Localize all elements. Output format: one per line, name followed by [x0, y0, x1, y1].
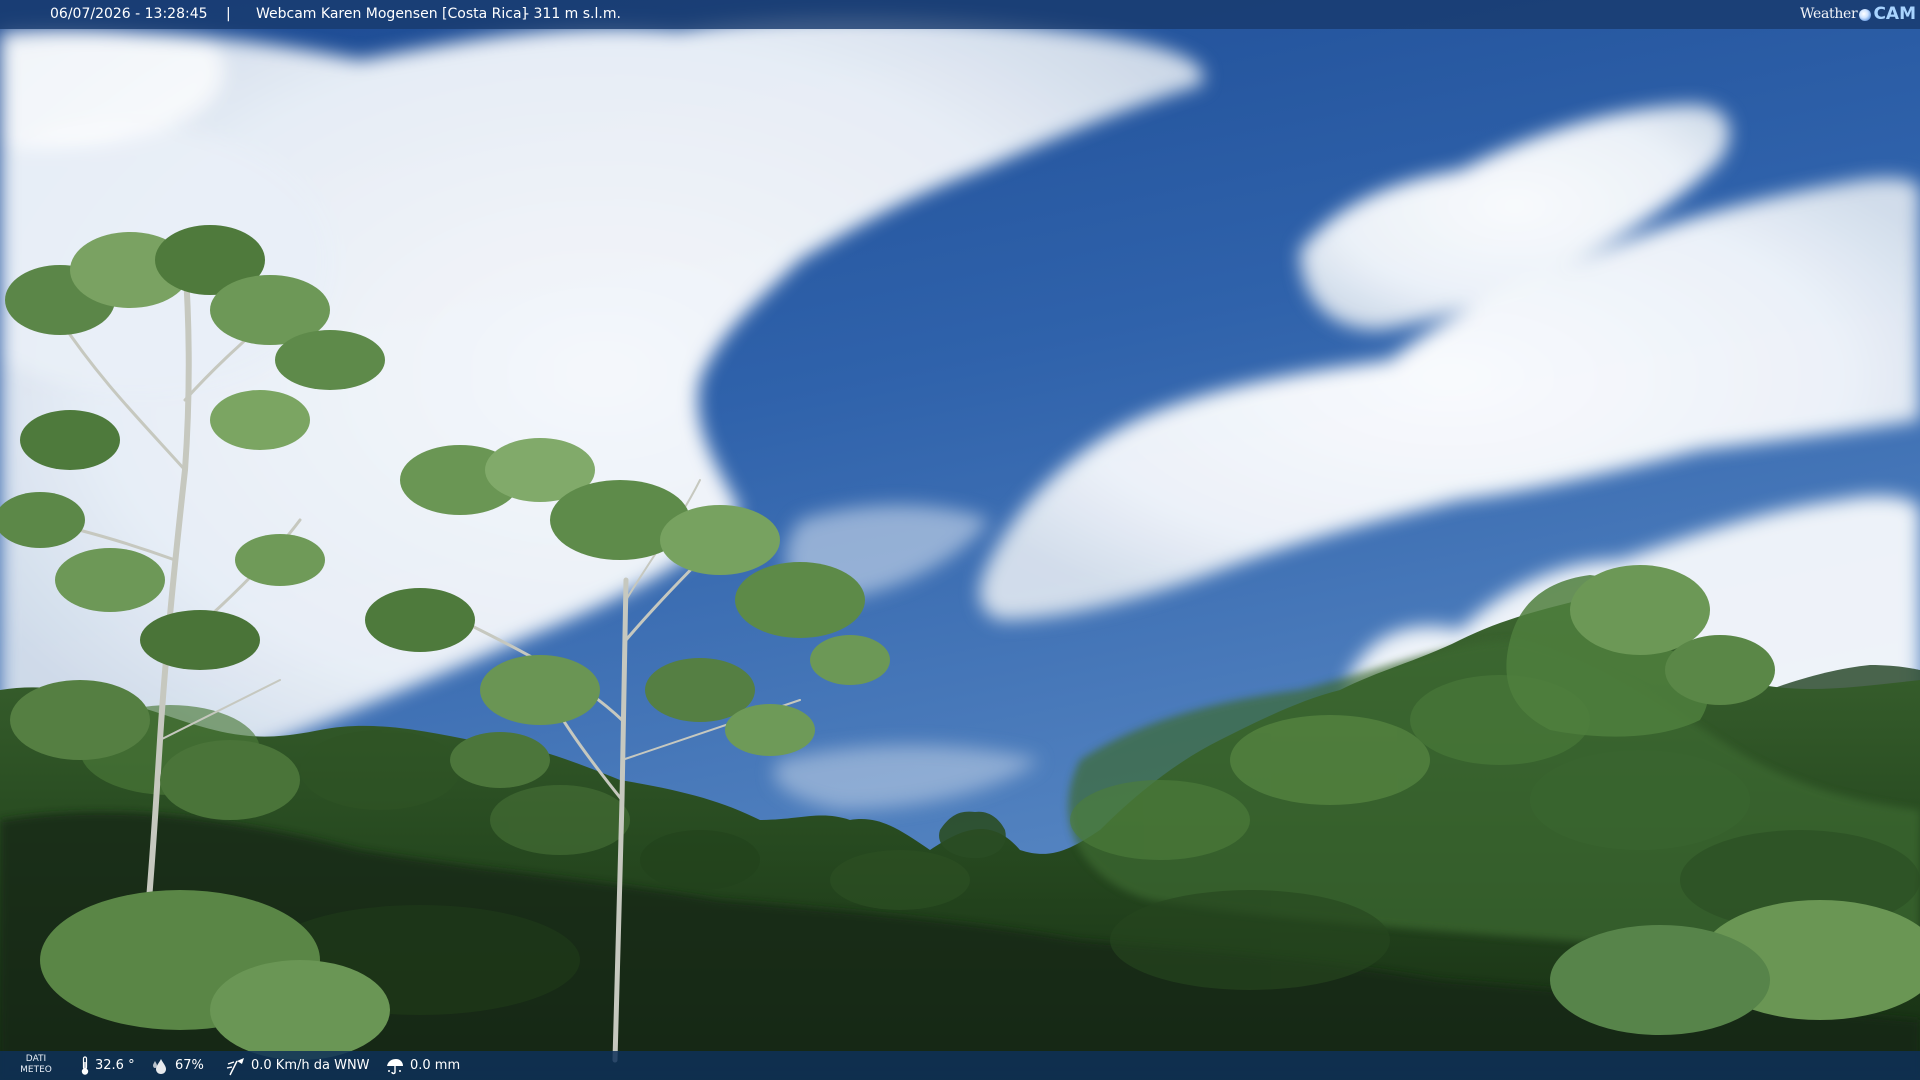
temperature-value: 32.6 °: [95, 1058, 135, 1073]
temperature-reading: 32.6 °: [80, 1051, 135, 1080]
webcam-info-bar: 06/07/2026 - 13:28:45 | Webcam Karen Mog…: [0, 0, 1920, 29]
logo-text-weather: Weather: [1800, 6, 1858, 22]
wind-value: 0.0 Km/h da WNW: [251, 1058, 370, 1073]
rain-reading: 0.0 mm: [385, 1051, 460, 1080]
logo-text-cam: CAM: [1873, 4, 1916, 24]
weather-data-label-line1: DATI: [25, 1054, 47, 1064]
humidity-value: 67%: [175, 1058, 204, 1073]
rain-gauge-icon: [387, 1058, 403, 1074]
camera-title: Webcam Karen Mogensen [Costa Rica]: [256, 6, 528, 22]
logo-globe-icon: [1859, 8, 1872, 21]
humidity-reading: 67%: [152, 1051, 204, 1080]
weather-data-label-line2: METEO: [20, 1065, 52, 1075]
webcam-scene: [0, 0, 1920, 1080]
capture-datetime: 06/07/2026 - 13:28:45: [50, 6, 208, 22]
weather-data-bar: DATI METEO 32.6 ° 67% 0.0 Km/h da WNW 0.…: [0, 1051, 1920, 1080]
weathercam-logo: Weather CAM: [1800, 0, 1916, 29]
camera-altitude: - 311 m s.l.m.: [524, 6, 621, 22]
humidity-drop-icon: [153, 1058, 166, 1074]
weather-data-label: DATI METEO: [18, 1054, 54, 1076]
thermometer-icon: [81, 1055, 89, 1075]
wind-icon: [226, 1057, 244, 1075]
info-separator: |: [226, 6, 231, 22]
wind-reading: 0.0 Km/h da WNW: [226, 1051, 370, 1080]
webcam-view: 06/07/2026 - 13:28:45 | Webcam Karen Mog…: [0, 0, 1920, 1080]
rain-value: 0.0 mm: [410, 1058, 461, 1073]
